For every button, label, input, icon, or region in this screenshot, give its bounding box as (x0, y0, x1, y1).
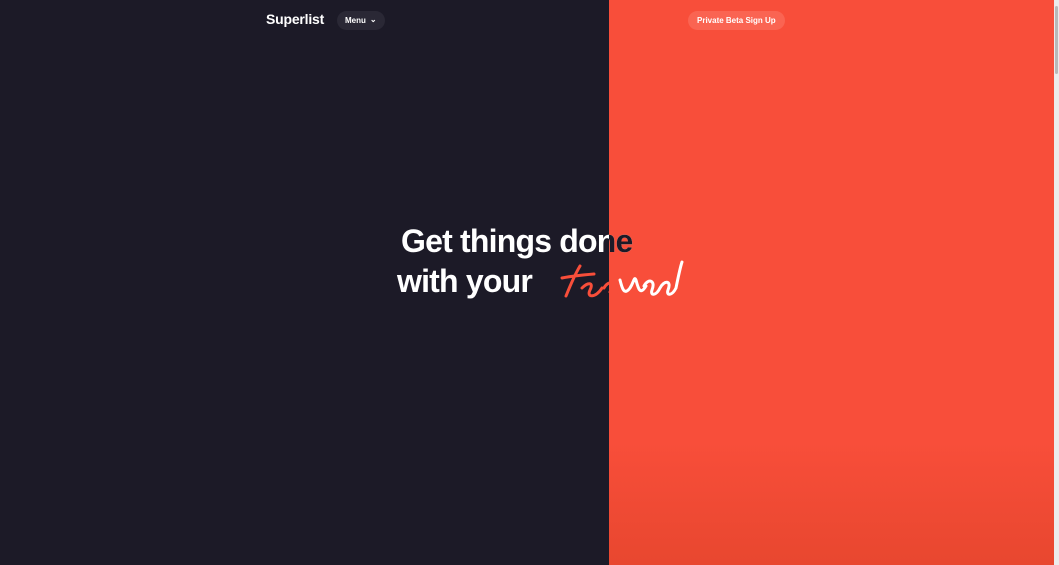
scrollbar[interactable] (1054, 0, 1059, 565)
dark-panel (0, 0, 609, 565)
script-squad-stroke (618, 260, 684, 296)
private-beta-signup-label: Private Beta Sign Up (697, 16, 776, 25)
private-beta-signup-button[interactable]: Private Beta Sign Up (688, 11, 785, 30)
script-team-stroke (560, 264, 622, 298)
superlist-logo[interactable]: Superlist (266, 11, 324, 27)
scrollbar-thumb[interactable] (1055, 6, 1058, 74)
menu-button[interactable]: Menu ⌄ (337, 11, 385, 30)
menu-label: Menu (345, 16, 366, 25)
hero-script-word (560, 260, 684, 298)
chevron-down-icon: ⌄ (369, 14, 377, 24)
superlist-landing-page: Superlist Menu ⌄ Private Beta Sign Up Ge… (0, 0, 1059, 565)
